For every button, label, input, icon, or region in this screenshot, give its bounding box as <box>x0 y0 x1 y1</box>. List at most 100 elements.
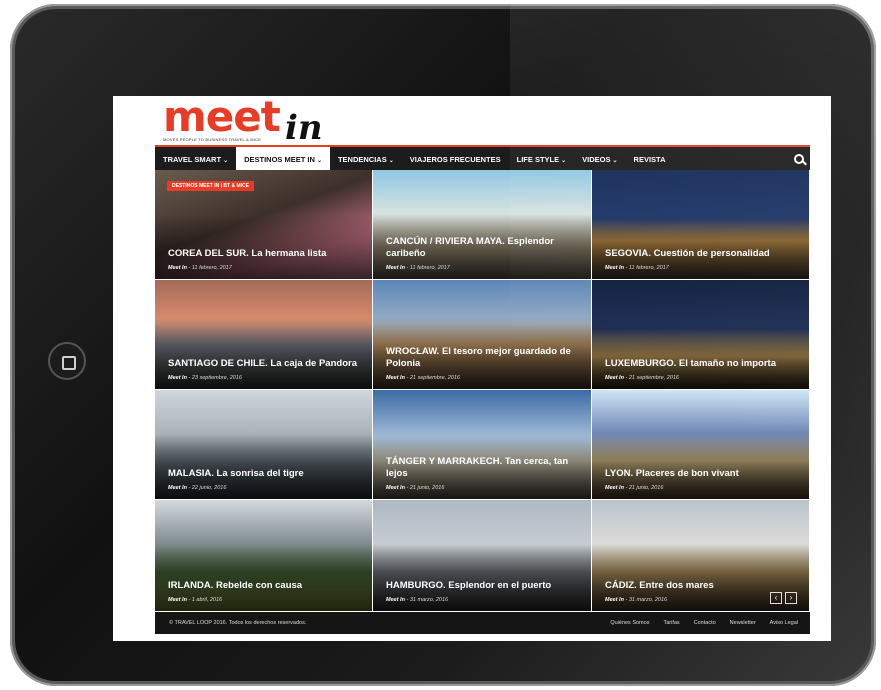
pager: ‹ › <box>770 592 797 604</box>
article-title[interactable]: LYON. Placeres de bon vivant <box>605 468 799 480</box>
footer-link-aviso-legal[interactable]: Aviso Legal <box>770 620 798 626</box>
image-overlay <box>592 544 809 611</box>
nav-item-tendencias[interactable]: TENDENCIAS ⌄ <box>330 147 402 172</box>
article-title[interactable]: SEGOVIA. Cuestión de personalidad <box>605 248 799 260</box>
copyright-text: © TRAVEL LOOP 2016. Todos los derechos r… <box>169 620 307 626</box>
nav-item-life-style[interactable]: LIFE STYLE ⌄ <box>509 147 575 172</box>
article-card[interactable]: HAMBURGO. Esplendor en el puerto Meet In… <box>373 500 592 612</box>
article-author: Meet In <box>168 485 187 491</box>
article-date: 11 febrero, 2017 <box>409 265 450 271</box>
home-button[interactable] <box>48 342 86 380</box>
article-card[interactable]: CÁDIZ. Entre dos mares Meet In - 31 marz… <box>592 500 810 612</box>
article-meta: Meet In - 1 abril, 2016 <box>168 597 223 603</box>
logo-word: meet <box>163 96 281 141</box>
article-meta: Meet In - 23 septiembre, 2016 <box>168 375 242 381</box>
article-title[interactable]: HAMBURGO. Esplendor en el puerto <box>386 580 581 592</box>
article-card[interactable]: SEGOVIA. Cuestión de personalidad Meet I… <box>592 170 810 280</box>
article-title[interactable]: COREA DEL SUR. La hermana lista <box>168 248 362 260</box>
nav-label: TENDENCIAS <box>337 155 387 164</box>
article-title[interactable]: CÁDIZ. Entre dos mares <box>605 580 799 592</box>
article-title[interactable]: CANCÚN / RIVIERA MAYA. Esplendor caribeñ… <box>386 236 581 260</box>
article-card[interactable]: MALASIA. La sonrisa del tigre Meet In - … <box>155 390 373 500</box>
footer-link-tarifas[interactable]: Tarifas <box>663 620 679 626</box>
article-card[interactable]: LYON. Placeres de bon vivant Meet In - 2… <box>592 390 810 500</box>
main-nav: TRAVEL SMART ⌄ DESTINOS MEET IN ⌄ TENDENCI… <box>155 145 810 172</box>
article-card[interactable]: CANCÚN / RIVIERA MAYA. Esplendor caribeñ… <box>373 170 592 280</box>
article-author: Meet In <box>386 597 405 603</box>
article-title[interactable]: WROCŁAW. El tesoro mejor guardado de Pol… <box>386 346 581 370</box>
tablet-frame: meet in MOVES PEOPLE TO BUSINESS TRAVEL … <box>10 4 876 686</box>
nav-label: DESTINOS MEET IN <box>244 155 315 164</box>
article-author: Meet In <box>386 375 405 381</box>
nav-item-destinos-meet-in[interactable]: DESTINOS MEET IN ⌄ <box>236 147 330 172</box>
chevron-down-icon: ⌄ <box>561 158 567 164</box>
article-meta: Meet In - 11 febrero, 2017 <box>605 265 669 271</box>
prev-page-button[interactable]: ‹ <box>770 592 782 604</box>
nav-label: TRAVEL SMART <box>163 155 222 164</box>
article-card[interactable]: TÁNGER Y MARRAKECH. Tan cerca, tan lejos… <box>373 390 592 500</box>
nav-label: LIFE STYLE <box>516 155 560 164</box>
article-meta: Meet In - 11 febrero, 2017 <box>386 265 450 271</box>
article-meta: Meet In - 31 marzo, 2016 <box>605 597 668 603</box>
article-card[interactable]: IRLANDA. Rebelde con causa Meet In - 1 a… <box>155 500 373 612</box>
footer-links: Quiénes Somos Tarifas Contacto Newslette… <box>610 620 810 626</box>
article-date: 31 marzo, 2016 <box>409 597 449 603</box>
article-title[interactable]: TÁNGER Y MARRAKECH. Tan cerca, tan lejos <box>386 456 581 480</box>
article-date: 11 febrero, 2017 <box>628 265 669 271</box>
next-page-button[interactable]: › <box>785 592 797 604</box>
article-author: Meet In <box>605 265 624 271</box>
nav-label: VIDEOS <box>582 155 611 164</box>
image-overlay <box>592 323 809 389</box>
article-author: Meet In <box>386 265 405 271</box>
nav-item-revista[interactable]: REVISTA <box>626 147 674 172</box>
article-meta: Meet In - 21 junio, 2016 <box>605 485 664 491</box>
article-grid: DESTINOS MEET IN | BT & MICE COREA DEL S… <box>155 170 810 612</box>
footer-link-quienes-somos[interactable]: Quiénes Somos <box>610 620 649 626</box>
category-badge[interactable]: DESTINOS MEET IN | BT & MICE <box>167 181 254 191</box>
article-meta: Meet In - 22 junio, 2016 <box>168 485 227 491</box>
article-meta: Meet In - 21 junio, 2016 <box>386 485 445 491</box>
chevron-down-icon: ⌄ <box>223 158 229 164</box>
article-author: Meet In <box>168 265 187 271</box>
footer-link-contacto[interactable]: Contacto <box>694 620 716 626</box>
article-title[interactable]: LUXEMBURGO. El tamaño no importa <box>605 358 799 370</box>
chevron-down-icon: ⌄ <box>316 158 322 164</box>
article-author: Meet In <box>168 375 187 381</box>
nav-item-viajeros-frecuentes[interactable]: VIAJEROS FRECUENTES <box>402 147 509 172</box>
nav-item-videos[interactable]: VIDEOS ⌄ <box>574 147 625 172</box>
article-card[interactable]: WROCŁAW. El tesoro mejor guardado de Pol… <box>373 280 592 390</box>
article-meta: Meet In - 31 marzo, 2016 <box>386 597 449 603</box>
site-logo[interactable]: meet in MOVES PEOPLE TO BUSINESS TRAVEL … <box>163 96 323 148</box>
article-author: Meet In <box>605 375 624 381</box>
site-footer: © TRAVEL LOOP 2016. Todos los derechos r… <box>155 612 810 634</box>
article-date: 21 septiembre, 2016 <box>628 375 679 381</box>
article-meta: Meet In - 21 septiembre, 2016 <box>386 375 460 381</box>
article-date: 21 junio, 2016 <box>409 485 445 491</box>
article-date: 21 septiembre, 2016 <box>409 375 460 381</box>
article-date: 11 febrero, 2017 <box>191 265 232 271</box>
article-author: Meet In <box>605 485 624 491</box>
logo-in: in <box>285 108 323 148</box>
image-overlay <box>592 213 809 279</box>
article-date: 22 junio, 2016 <box>191 485 227 491</box>
article-title[interactable]: SANTIAGO DE CHILE. La caja de Pandora <box>168 358 362 370</box>
search-icon[interactable] <box>790 147 810 172</box>
article-author: Meet In <box>168 597 187 603</box>
nav-item-travel-smart[interactable]: TRAVEL SMART ⌄ <box>155 147 236 172</box>
chevron-down-icon: ⌄ <box>388 158 394 164</box>
chevron-down-icon: ⌄ <box>612 158 618 164</box>
article-meta: Meet In - 21 septiembre, 2016 <box>605 375 679 381</box>
article-author: Meet In <box>386 485 405 491</box>
article-title[interactable]: MALASIA. La sonrisa del tigre <box>168 468 362 480</box>
article-card[interactable]: SANTIAGO DE CHILE. La caja de Pandora Me… <box>155 280 373 390</box>
screen: meet in MOVES PEOPLE TO BUSINESS TRAVEL … <box>113 96 831 641</box>
footer-link-newsletter[interactable]: Newsletter <box>730 620 756 626</box>
article-meta: Meet In - 11 febrero, 2017 <box>168 265 232 271</box>
article-title[interactable]: IRLANDA. Rebelde con causa <box>168 580 362 592</box>
article-date: 21 junio, 2016 <box>628 485 664 491</box>
article-card[interactable]: LUXEMBURGO. El tamaño no importa Meet In… <box>592 280 810 390</box>
article-author: Meet In <box>605 597 624 603</box>
article-card[interactable]: DESTINOS MEET IN | BT & MICE COREA DEL S… <box>155 170 373 280</box>
home-square-icon <box>62 356 76 370</box>
image-overlay <box>592 433 809 499</box>
